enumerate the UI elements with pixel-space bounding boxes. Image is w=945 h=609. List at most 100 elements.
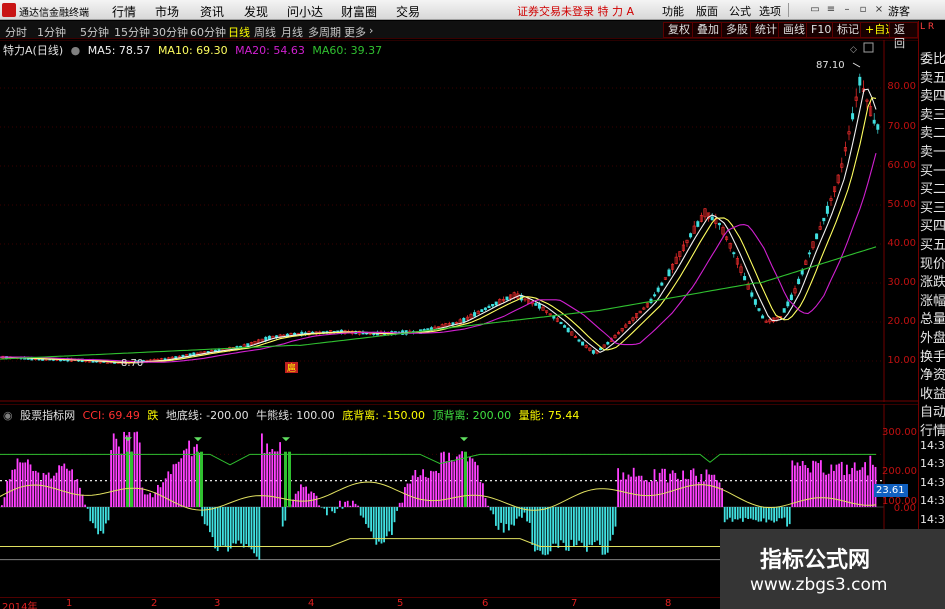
cci-bar bbox=[640, 475, 643, 507]
chart-maximize-icon[interactable] bbox=[863, 42, 874, 53]
side-panel-item[interactable]: 卖四 bbox=[920, 85, 945, 104]
tool-overlay-button[interactable]: 叠加 bbox=[692, 22, 724, 38]
restore-icon[interactable]: ▫ bbox=[858, 5, 868, 15]
side-panel-item[interactable]: 自动 bbox=[920, 401, 945, 420]
close-icon[interactable]: × bbox=[874, 5, 884, 15]
side-panel-item[interactable]: 卖一 bbox=[920, 141, 945, 160]
side-panel-item[interactable]: 买三 bbox=[920, 197, 945, 216]
side-panel-item[interactable]: 换手 bbox=[920, 346, 945, 365]
menu-item-discover[interactable]: 发现 bbox=[244, 3, 268, 20]
cci-bar bbox=[68, 470, 71, 507]
period-monthly[interactable]: 月线 bbox=[281, 24, 303, 40]
side-panel-item[interactable]: 收益 bbox=[920, 383, 945, 402]
side-panel-item[interactable]: 买五 bbox=[920, 234, 945, 253]
menu-item-formula[interactable]: 公式 bbox=[729, 3, 751, 19]
cci-bar bbox=[812, 460, 814, 507]
signal-bar bbox=[464, 451, 467, 507]
menubar-separator bbox=[788, 3, 789, 17]
side-panel-item[interactable]: 卖五 bbox=[920, 67, 945, 86]
minimize-icon[interactable]: – bbox=[842, 5, 852, 15]
cci-bar bbox=[716, 480, 718, 507]
tool-adjust-button[interactable]: 复权 bbox=[663, 22, 695, 38]
cci-bar bbox=[27, 459, 29, 507]
cci-bar bbox=[495, 507, 497, 526]
menu-item-layout[interactable]: 版面 bbox=[696, 3, 718, 19]
indicator-settings-icon[interactable]: ◉ bbox=[3, 409, 13, 422]
chevron-right-icon[interactable]: › bbox=[369, 24, 373, 37]
period-more[interactable]: 更多 bbox=[344, 24, 366, 40]
menu-item-trade[interactable]: 交易 bbox=[396, 3, 420, 20]
cci-bar bbox=[846, 464, 848, 507]
side-panel-item[interactable]: 涨跌 bbox=[920, 271, 945, 290]
menu-item-assistant[interactable]: 问小达 bbox=[287, 3, 323, 20]
cci-bar bbox=[596, 507, 599, 541]
cci-bar bbox=[851, 467, 853, 507]
side-panel-item[interactable]: 买一 bbox=[920, 160, 945, 179]
period-5min[interactable]: 5分钟 bbox=[80, 24, 109, 40]
side-panel-item[interactable]: 总量 bbox=[920, 308, 945, 327]
window-control-icon[interactable]: ▭ bbox=[810, 5, 820, 15]
period-60min[interactable]: 60分钟 bbox=[190, 24, 226, 40]
menu-item-quotes[interactable]: 行情 bbox=[112, 3, 136, 20]
period-multi[interactable]: 多周期 bbox=[308, 24, 341, 40]
cci-bar bbox=[570, 507, 573, 540]
cci-bar bbox=[557, 507, 560, 548]
side-panel-item[interactable]: 卖三 bbox=[920, 104, 945, 123]
legend-fall: 跌 bbox=[147, 409, 159, 422]
side-panel-item[interactable]: 外盘 bbox=[920, 327, 945, 346]
side-panel-item[interactable]: 净资 bbox=[920, 364, 945, 383]
side-panel-item[interactable]: 14:35 bbox=[920, 439, 945, 452]
side-panel-item[interactable]: 14:35 bbox=[920, 513, 945, 526]
side-panel-item[interactable]: 现价 bbox=[920, 253, 945, 272]
menu-item-options[interactable]: 选项 bbox=[759, 3, 781, 19]
candle-body bbox=[822, 217, 826, 222]
menu-item-function[interactable]: 功能 bbox=[662, 3, 684, 19]
app-logo-icon bbox=[2, 3, 16, 17]
side-panel-item[interactable]: 买四 bbox=[920, 215, 945, 234]
cci-bar bbox=[684, 478, 687, 507]
candle-body bbox=[807, 252, 811, 255]
side-panel-item[interactable]: 买二 bbox=[920, 178, 945, 197]
cci-bar bbox=[817, 463, 820, 507]
side-panel-item[interactable]: 14:35 bbox=[920, 476, 945, 489]
side-panel-item[interactable]: 14:35 bbox=[920, 457, 945, 470]
cci-bar bbox=[341, 507, 344, 509]
side-panel-item[interactable]: 委比 bbox=[920, 48, 945, 67]
price-axis-label: 40.00 bbox=[887, 238, 916, 249]
cci-bar bbox=[445, 461, 448, 507]
cci-bar bbox=[471, 458, 474, 507]
side-panel-item[interactable]: 行情 bbox=[920, 420, 945, 439]
menu-item-wealth[interactable]: 财富圈 bbox=[341, 3, 377, 20]
period-1min[interactable]: 1分钟 bbox=[37, 24, 66, 40]
cci-bar bbox=[515, 507, 518, 519]
price-chart[interactable]: ◇ 扈 bbox=[0, 40, 918, 402]
period-15min[interactable]: 15分钟 bbox=[114, 24, 150, 40]
candle-body bbox=[876, 124, 880, 130]
user-guest-label[interactable]: 游客 bbox=[888, 3, 910, 19]
side-panel-item[interactable]: 卖二 bbox=[920, 122, 945, 141]
cci-bar bbox=[354, 503, 357, 507]
cci-bar bbox=[422, 469, 424, 507]
tool-multistock-button[interactable]: 多股 bbox=[721, 22, 753, 38]
period-daily[interactable]: 日线 bbox=[228, 24, 250, 40]
cci-bar bbox=[645, 480, 648, 507]
side-panel-item[interactable]: 涨幅 bbox=[920, 290, 945, 309]
cci-bar bbox=[450, 460, 453, 507]
side-panel-item[interactable]: 14:35 bbox=[920, 494, 945, 507]
window-menu-icon[interactable]: ≡ bbox=[826, 5, 836, 15]
cci-bar bbox=[692, 468, 695, 507]
app-name: 通达信金融终端 bbox=[19, 8, 89, 19]
cci-bar bbox=[372, 507, 375, 538]
period-weekly[interactable]: 周线 bbox=[254, 24, 276, 40]
menu-item-market[interactable]: 市场 bbox=[155, 3, 179, 20]
period-30min[interactable]: 30分钟 bbox=[152, 24, 188, 40]
cci-bar bbox=[136, 431, 138, 507]
cci-bar bbox=[762, 507, 765, 519]
period-intraday[interactable]: 分时 bbox=[5, 24, 27, 40]
menu-item-news[interactable]: 资讯 bbox=[200, 3, 224, 20]
tool-back-button[interactable]: 返回 bbox=[889, 22, 918, 50]
cci-bar bbox=[328, 507, 331, 508]
cci-bar bbox=[788, 507, 791, 525]
cci-bar bbox=[175, 463, 177, 507]
chart-toggle-icon[interactable]: ◇ bbox=[850, 45, 857, 55]
